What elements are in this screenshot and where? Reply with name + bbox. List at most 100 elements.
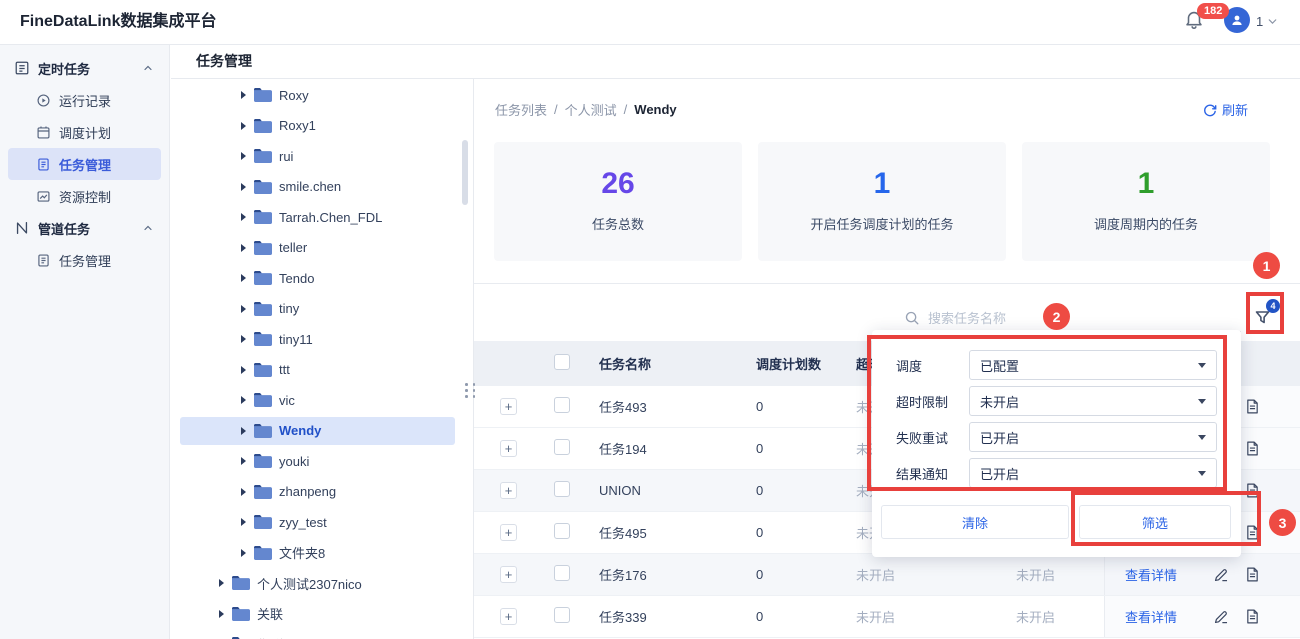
search-input[interactable] xyxy=(928,310,1178,326)
schedule-plan-icon xyxy=(36,125,51,140)
sidebar-item-task-management[interactable]: 任务管理 xyxy=(8,148,161,180)
sidebar-item-label: 任务管理 xyxy=(59,157,112,173)
document-icon[interactable] xyxy=(1244,524,1261,541)
tree-node[interactable]: zhanpeng xyxy=(171,477,473,508)
folder-icon xyxy=(254,454,272,469)
breadcrumb-separator: / xyxy=(623,101,628,117)
caret-down-icon xyxy=(1198,398,1206,404)
expand-row-button[interactable]: + xyxy=(500,524,517,541)
tree-expand-caret-icon[interactable] xyxy=(241,457,246,466)
tree-expand-caret-icon[interactable] xyxy=(241,274,246,283)
expand-row-button[interactable]: + xyxy=(500,440,517,457)
tree-node[interactable]: youki xyxy=(171,446,473,477)
tree-expand-caret-icon[interactable] xyxy=(241,548,246,557)
row-checkbox[interactable] xyxy=(554,481,570,497)
row-checkbox[interactable] xyxy=(554,397,570,413)
view-details-link[interactable]: 查看详情 xyxy=(1125,565,1177,584)
sidebar-item-pipeline-task-management[interactable]: 任务管理 xyxy=(0,244,169,276)
filter-select[interactable]: 未开启 xyxy=(969,386,1217,416)
schedule-plan-count: 0 xyxy=(756,483,764,498)
tree-node[interactable]: Tarrah.Chen_FDL xyxy=(171,202,473,233)
document-icon[interactable] xyxy=(1244,608,1261,625)
tree-node[interactable]: tiny xyxy=(171,294,473,325)
filter-field-label: 超时限制 xyxy=(896,394,949,410)
filter-field: 调度 已配置 xyxy=(896,350,1241,380)
filter-select[interactable]: 已开启 xyxy=(969,458,1217,488)
edit-icon[interactable] xyxy=(1213,566,1230,583)
sidebar: 定时任务 运行记录 调度计划 任务管理 资源控制 管道任务 任务管理 xyxy=(0,45,170,639)
tree-expand-caret-icon[interactable] xyxy=(241,365,246,374)
tree-expand-caret-icon[interactable] xyxy=(241,487,246,496)
document-icon[interactable] xyxy=(1244,440,1261,457)
sidebar-item-resource-control[interactable]: 资源控制 xyxy=(0,180,169,212)
tree-node[interactable]: Roxy xyxy=(171,80,473,111)
tree-expand-caret-icon[interactable] xyxy=(241,335,246,344)
breadcrumb-link[interactable]: 任务列表 xyxy=(495,100,547,119)
panel-resize-handle[interactable] xyxy=(465,383,477,398)
tree-expand-caret-icon[interactable] xyxy=(219,609,224,618)
chevron-down-icon[interactable] xyxy=(1266,15,1279,33)
tree-node[interactable]: zyy_test xyxy=(171,507,473,538)
tree-expand-caret-icon[interactable] xyxy=(241,152,246,161)
tree-expand-caret-icon[interactable] xyxy=(241,518,246,527)
expand-row-button[interactable]: + xyxy=(500,566,517,583)
clear-filters-button[interactable]: 清除 xyxy=(881,505,1069,539)
tree-expand-caret-icon[interactable] xyxy=(241,213,246,222)
filter-select[interactable]: 已开启 xyxy=(969,422,1217,452)
filter-select-value: 已开启 xyxy=(980,430,1020,446)
tree-node[interactable]: 关联 xyxy=(171,599,473,630)
scrollbar-thumb[interactable] xyxy=(462,140,468,205)
tree-expand-caret-icon[interactable] xyxy=(241,243,246,252)
row-checkbox[interactable] xyxy=(554,565,570,581)
tree-node[interactable]: Wendy xyxy=(171,416,473,447)
tree-expand-caret-icon[interactable] xyxy=(241,396,246,405)
tree-node[interactable]: teller xyxy=(171,233,473,264)
tree-node[interactable]: 文件夹8 xyxy=(171,538,473,569)
folder-icon xyxy=(254,179,272,194)
filter-field: 失败重试 已开启 xyxy=(896,422,1241,452)
folder-icon xyxy=(254,484,272,499)
sidebar-item-run-records[interactable]: 运行记录 xyxy=(0,84,169,116)
tree-expand-caret-icon[interactable] xyxy=(219,579,224,588)
tree-node[interactable]: rui xyxy=(171,141,473,172)
sidebar-item-schedule-plan[interactable]: 调度计划 xyxy=(0,116,169,148)
tree-node[interactable]: ttt xyxy=(171,355,473,386)
filter-button[interactable]: 4 xyxy=(1253,299,1280,332)
refresh-button[interactable]: 刷新 xyxy=(1203,100,1248,119)
tree-expand-caret-icon[interactable] xyxy=(241,426,246,435)
tree-node[interactable]: vic xyxy=(171,385,473,416)
row-checkbox[interactable] xyxy=(554,439,570,455)
sidebar-section-scheduled-tasks[interactable]: 定时任务 xyxy=(0,52,169,84)
select-all-checkbox[interactable] xyxy=(554,354,570,370)
edit-icon[interactable] xyxy=(1213,608,1230,625)
tree-node[interactable]: tiny11 xyxy=(171,324,473,355)
sidebar-section-pipeline-tasks[interactable]: 管道任务 xyxy=(0,212,169,244)
view-details-link[interactable]: 查看详情 xyxy=(1125,607,1177,626)
document-icon[interactable] xyxy=(1244,398,1261,415)
filter-select[interactable]: 已配置 xyxy=(969,350,1217,380)
document-icon[interactable] xyxy=(1244,482,1261,499)
row-checkbox[interactable] xyxy=(554,607,570,623)
apply-filters-button[interactable]: 筛选 xyxy=(1079,505,1231,539)
filter-field: 结果通知 已开启 xyxy=(896,458,1241,488)
row-checkbox[interactable] xyxy=(554,523,570,539)
tree-node[interactable]: 个人测试2307nico xyxy=(171,568,473,599)
tree-node[interactable]: 集群 xyxy=(171,629,473,639)
tree-node[interactable]: Roxy1 xyxy=(171,111,473,142)
tree-expand-caret-icon[interactable] xyxy=(241,304,246,313)
refresh-label: 刷新 xyxy=(1221,103,1248,118)
tree-expand-caret-icon[interactable] xyxy=(241,121,246,130)
expand-row-button[interactable]: + xyxy=(500,398,517,415)
tree-expand-caret-icon[interactable] xyxy=(241,182,246,191)
folder-icon xyxy=(254,393,272,408)
expand-row-button[interactable]: + xyxy=(500,482,517,499)
breadcrumb-link[interactable]: 个人测试 xyxy=(565,100,617,119)
document-icon[interactable] xyxy=(1244,566,1261,583)
tree-expand-caret-icon[interactable] xyxy=(241,91,246,100)
filter-select-value: 已开启 xyxy=(980,466,1020,482)
tree-node[interactable]: smile.chen xyxy=(171,172,473,203)
tree-node[interactable]: Tendo xyxy=(171,263,473,294)
tree-node-label: tiny xyxy=(279,301,300,317)
expand-row-button[interactable]: + xyxy=(500,608,517,625)
stat-label: 开启任务调度计划的任务 xyxy=(810,217,954,232)
